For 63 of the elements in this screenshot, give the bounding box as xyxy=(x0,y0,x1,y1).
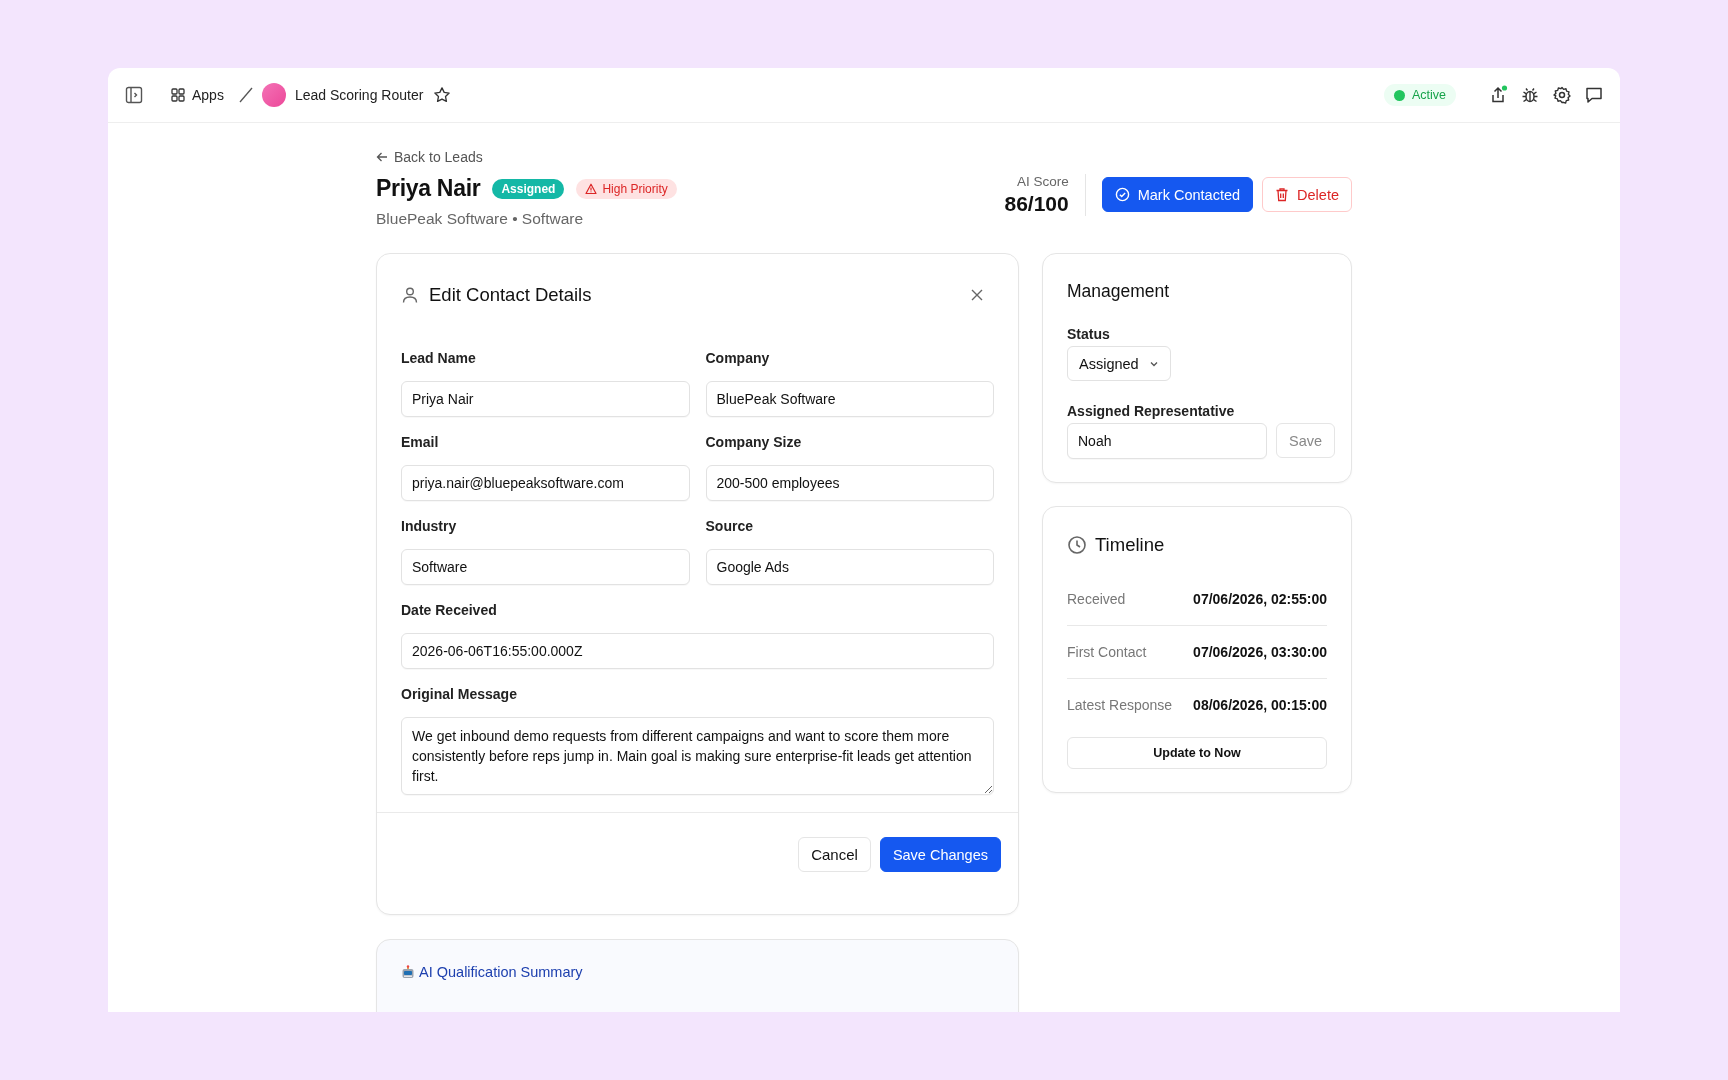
status-select[interactable]: Assigned xyxy=(1067,346,1171,381)
input-field[interactable]: Google Ads xyxy=(705,549,994,585)
apps-button[interactable]: Apps xyxy=(171,87,224,103)
person-icon xyxy=(401,286,419,304)
timeline-value: 08/06/2026, 00:15:00 xyxy=(1193,697,1327,713)
arrow-left-icon xyxy=(376,151,388,163)
update-to-now-button[interactable]: Update to Now xyxy=(1067,737,1327,769)
check-circle-icon xyxy=(1114,187,1130,202)
status-dot-icon xyxy=(1393,89,1405,101)
input-field[interactable]: Software xyxy=(401,549,690,585)
timeline-label: First Contact xyxy=(1067,644,1147,660)
field-label: Company Size xyxy=(705,434,803,450)
representative-field[interactable]: Noah xyxy=(1067,423,1267,459)
input-field[interactable]: 200-500 employees xyxy=(705,465,994,501)
field-label: Date Received xyxy=(401,602,498,618)
field-label: Lead Name xyxy=(401,350,477,366)
timeline-value: 07/06/2026, 02:55:00 xyxy=(1193,591,1327,607)
sidebar-toggle-icon[interactable] xyxy=(125,86,143,104)
robot-icon xyxy=(401,965,415,979)
card-title: Timeline xyxy=(1095,534,1165,556)
clock-icon xyxy=(1067,535,1087,555)
message-field[interactable]: We get inbound demo requests from different campaigns and want to score them more consistently before reps jump in. Main goal is making sure enterprise-fit leads get attention first. xyxy=(401,717,994,795)
warning-icon xyxy=(585,182,598,195)
mark-contacted-button[interactable]: Mark Contacted xyxy=(1101,177,1254,212)
timeline-label: Received xyxy=(1067,591,1126,607)
save-button[interactable]: Save xyxy=(1276,423,1336,458)
delete-button[interactable]: Delete xyxy=(1262,177,1352,212)
input-field[interactable]: Priya Nair xyxy=(401,381,690,417)
score-value: 86/100 xyxy=(1004,191,1069,216)
trash-icon xyxy=(1275,187,1290,202)
input-field[interactable]: 2026-06-06T16:55:00.000Z xyxy=(401,633,994,669)
app-avatar xyxy=(261,83,286,107)
card-title: Management xyxy=(1067,281,1171,302)
star-icon[interactable] xyxy=(433,86,452,104)
status-text: Active xyxy=(1411,88,1446,102)
app-name[interactable]: Lead Scoring Router xyxy=(294,87,424,103)
grid-icon xyxy=(171,88,185,102)
lead-name: Priya Nair xyxy=(376,175,481,202)
back-link[interactable]: Back to Leads xyxy=(376,149,483,165)
priority-badge: High Priority xyxy=(576,178,677,199)
close-icon[interactable] xyxy=(970,288,984,302)
field-label: Original Message xyxy=(401,686,518,702)
timeline-value: 07/06/2026, 03:30:00 xyxy=(1193,644,1327,660)
settings-icon[interactable] xyxy=(1552,85,1572,105)
summary-link[interactable]: AI Qualification Summary xyxy=(419,964,583,980)
field-label: Industry xyxy=(401,518,458,534)
field-label: Company xyxy=(705,350,771,366)
card-title: Edit Contact Details xyxy=(429,284,593,306)
bug-icon[interactable] xyxy=(1520,85,1540,105)
status-badge: Assigned xyxy=(492,178,565,199)
save-changes-button[interactable]: Save Changes xyxy=(879,837,1001,872)
field-label: Assigned Representative xyxy=(1067,403,1236,419)
score-label: AI Score xyxy=(1015,173,1069,189)
chat-icon[interactable] xyxy=(1584,85,1604,105)
field-label: Status xyxy=(1067,326,1111,342)
timeline-label: Latest Response xyxy=(1067,697,1173,713)
field-label: Email xyxy=(401,434,440,450)
input-field[interactable]: priya.nair@bluepeaksoftware.com xyxy=(401,465,690,501)
cancel-button[interactable]: Cancel xyxy=(798,837,871,872)
company-subtitle: BluePeak Software • Software xyxy=(376,210,585,228)
slash-icon xyxy=(237,86,254,104)
input-field[interactable]: BluePeak Software xyxy=(705,381,994,417)
field-label: Source xyxy=(705,518,754,534)
